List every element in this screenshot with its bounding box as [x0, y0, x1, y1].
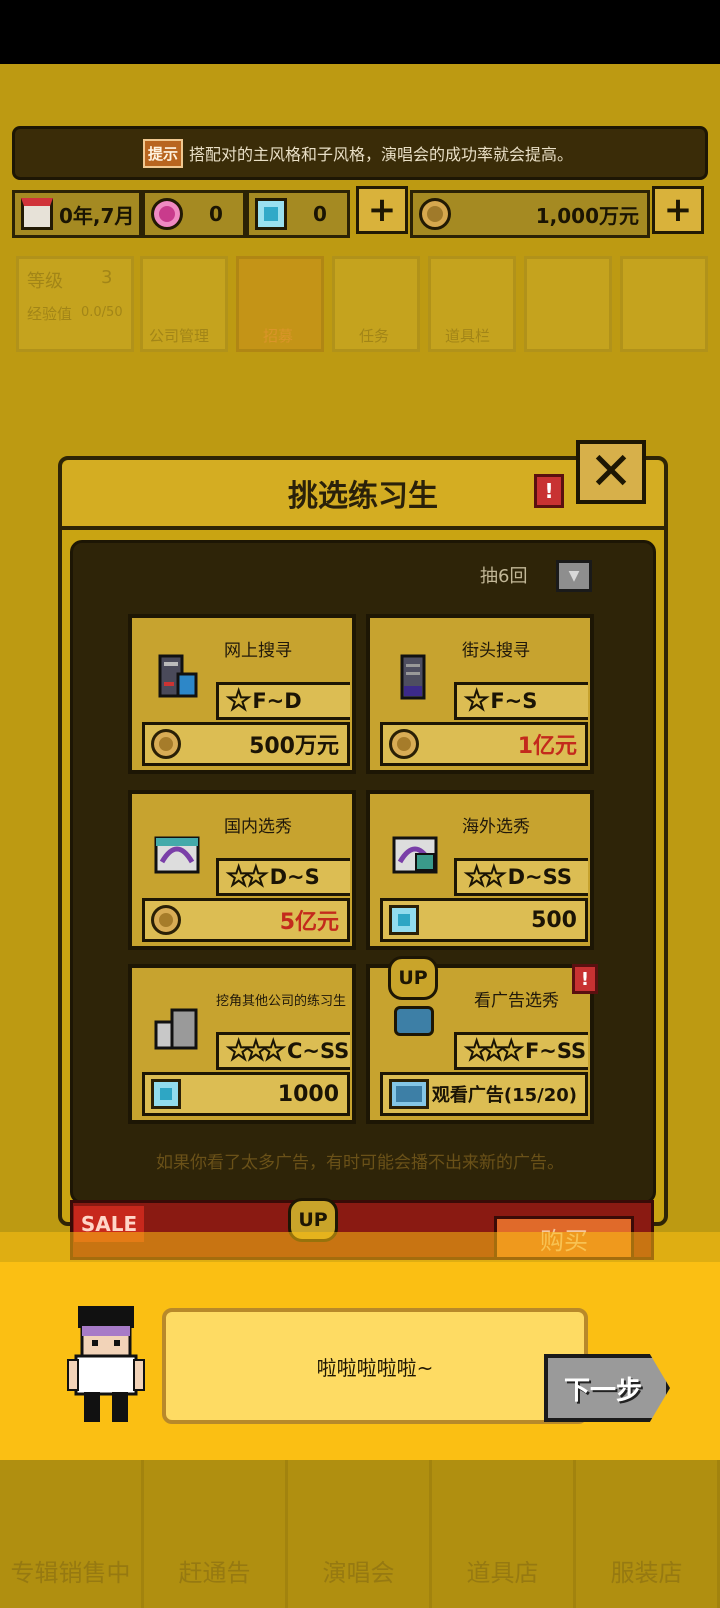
rank-range: ★★ D~S	[216, 858, 350, 896]
close-button[interactable]: ✕	[576, 440, 646, 504]
card-overseas-audition[interactable]: 海外选秀 ★★ D~SS 500	[366, 790, 594, 950]
card-street-search[interactable]: 街头搜寻 ★ F~S 1亿元	[366, 614, 594, 774]
globe-stage-icon	[392, 836, 438, 874]
star-icon: ★★★	[464, 1035, 524, 1067]
exp-value: 0.0/50	[81, 305, 123, 320]
coin-icon	[389, 729, 419, 759]
dialog-bubble: 啦啦啦啦啦~	[162, 1308, 588, 1424]
rank-range: ★ F~S	[454, 682, 588, 720]
blue-gem-display: 0	[246, 190, 350, 238]
card-title: 挖角其他公司的练习生	[216, 994, 347, 1009]
pink-gem-value: 0	[209, 202, 223, 226]
menu-recruit[interactable]: 招募	[236, 256, 324, 352]
level-label: 等级	[27, 271, 63, 292]
coin-icon	[151, 729, 181, 759]
nav-album-sales[interactable]: 专辑销售中	[0, 1460, 144, 1608]
ad-footnote: 如果你看了太多广告，有时可能会播不出来新的广告。	[156, 1153, 564, 1173]
level-panel: 等级 3 经验值 0.0/50	[16, 256, 134, 352]
next-step-button[interactable]: 下一步	[544, 1354, 670, 1422]
rank-range: ★★★ F~SS	[454, 1032, 588, 1070]
card-title: 看广告选秀	[474, 991, 559, 1011]
gem-icon	[389, 905, 419, 935]
status-bar	[0, 0, 720, 64]
manager-avatar	[67, 1306, 145, 1422]
rank-range: ★★★ C~SS	[216, 1032, 350, 1070]
card-domestic-audition[interactable]: 国内选秀 ★★ D~S 5亿元	[128, 790, 356, 950]
hint-bar: 提示 搭配对的主风格和子风格，演唱会的成功率就会提高。	[12, 126, 708, 180]
coin-icon	[151, 905, 181, 935]
star-icon: ★	[226, 685, 251, 717]
star-icon: ★★	[464, 861, 507, 893]
date-value: 0年,7月	[59, 203, 135, 228]
level-value: 3	[101, 267, 113, 288]
menu-items[interactable]: 道具栏	[428, 256, 516, 352]
building-icon	[154, 1008, 198, 1050]
date-display: 0年,7月	[12, 190, 142, 238]
ad-alert-icon: !	[572, 964, 598, 994]
nav-costume-shop[interactable]: 服装店	[576, 1460, 720, 1608]
calendar-icon	[21, 198, 53, 230]
stage-icon	[154, 836, 200, 874]
computer-icon	[158, 654, 198, 698]
add-money-button[interactable]: +	[652, 186, 704, 234]
star-icon: ★★	[226, 861, 269, 893]
menu-tasks[interactable]: 任务	[332, 256, 420, 352]
blue-gem-value: 0	[313, 202, 327, 226]
cost-display: 500	[380, 898, 588, 942]
menu-extra-1[interactable]	[524, 256, 612, 352]
nav-item-shop[interactable]: 道具店	[432, 1460, 576, 1608]
dialog-shade	[0, 1232, 720, 1262]
card-poach-trainee[interactable]: 挖角其他公司的练习生 ★★★ C~SS 1000	[128, 964, 356, 1124]
cost-display: 5亿元	[142, 898, 350, 942]
modal-title: 挑选练习生	[62, 460, 664, 530]
video-ad-icon	[389, 1079, 429, 1109]
blue-gem-icon	[255, 198, 287, 230]
hint-badge: 提示	[143, 138, 184, 168]
card-title: 街头搜寻	[462, 641, 530, 661]
rank-range: ★★ D~SS	[454, 858, 588, 896]
pink-gem-icon	[151, 198, 183, 230]
hint-text: 搭配对的主风格和子风格，演唱会的成功率就会提高。	[189, 145, 574, 164]
bottom-nav: 专辑销售中 赶通告 演唱会 道具店 服装店	[0, 1460, 720, 1608]
star-icon: ★★★	[226, 1035, 286, 1067]
rank-range: ★ F~D	[216, 682, 350, 720]
gem-icon	[151, 1079, 181, 1109]
menu-company[interactable]: 公司管理	[140, 256, 228, 352]
watch-ad-button[interactable]: 观看广告(15/20)	[380, 1072, 588, 1116]
exp-label: 经验值	[27, 305, 73, 323]
card-title: 国内选秀	[224, 817, 292, 837]
cost-display: 1亿元	[380, 722, 588, 766]
money-value: 1,000万元	[535, 203, 639, 228]
coin-icon	[419, 198, 451, 230]
nav-schedule[interactable]: 赶通告	[144, 1460, 288, 1608]
card-title: 网上搜寻	[224, 641, 292, 661]
cost-display: 500万元	[142, 722, 350, 766]
nav-concert[interactable]: 演唱会	[288, 1460, 432, 1608]
star-icon: ★	[464, 685, 489, 717]
street-sign-icon	[400, 654, 426, 700]
card-title: 海外选秀	[462, 817, 530, 837]
draw-count-dropdown[interactable]: ▼	[556, 560, 592, 592]
money-display: 1,000万元	[410, 190, 650, 238]
add-gem-button[interactable]: +	[356, 186, 408, 234]
card-online-search[interactable]: 网上搜寻 ★ F~D 500万元	[128, 614, 356, 774]
up-badge: UP	[388, 956, 438, 1000]
pink-gem-display: 0	[142, 190, 246, 238]
video-icon	[394, 1006, 434, 1036]
draw-count-label: 抽6回	[480, 566, 528, 587]
cost-display: 1000	[142, 1072, 350, 1116]
menu-extra-2[interactable]	[620, 256, 708, 352]
info-icon[interactable]: !	[534, 474, 564, 508]
